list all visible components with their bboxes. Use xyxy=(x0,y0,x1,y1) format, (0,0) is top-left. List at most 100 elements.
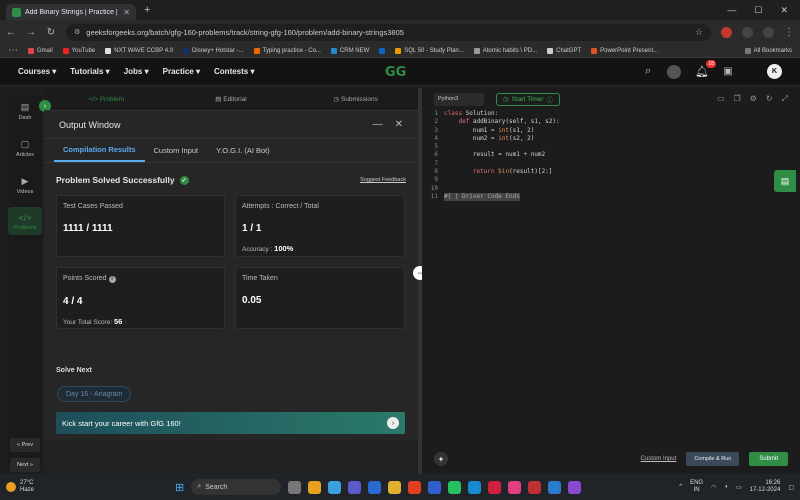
folder-icon[interactable]: ▭ xyxy=(717,94,725,104)
rail-item-articles[interactable]: ▢ Articles xyxy=(8,133,42,158)
music-icon[interactable] xyxy=(508,480,522,494)
notification-bell-icon[interactable]: 🔔︎ 18 xyxy=(695,60,716,78)
submit-button[interactable]: Submit xyxy=(749,452,788,466)
rail-item-problems[interactable]: </> Problems xyxy=(8,207,42,235)
store-icon[interactable] xyxy=(468,480,482,494)
chat-icon[interactable]: ▤ xyxy=(774,170,796,192)
back-icon[interactable]: ← xyxy=(6,27,16,38)
prev-button[interactable]: « Prev xyxy=(10,438,40,452)
code-area[interactable]: 1 class Solution: 2 def addBinary(self, s… xyxy=(422,110,800,202)
nav-practice[interactable]: Practice ▾ xyxy=(163,67,200,76)
bookmark-item[interactable]: Gmail xyxy=(28,47,53,54)
avatar[interactable]: K xyxy=(767,64,782,79)
copilot-icon[interactable] xyxy=(328,480,342,494)
chevron-up-icon[interactable]: ^ xyxy=(679,484,682,490)
minimize-icon[interactable]: — xyxy=(727,5,736,16)
maximize-icon[interactable]: ☐ xyxy=(754,5,762,16)
bookmark-item[interactable]: NXT WAVE CCBP 4.0 xyxy=(105,47,173,54)
extension-icon[interactable] xyxy=(721,26,732,38)
tab-submissions[interactable]: ◷ Submissions xyxy=(293,95,418,103)
wifi-icon[interactable]: ◠ xyxy=(711,484,716,491)
task-view-icon[interactable] xyxy=(288,480,302,494)
nav-jobs[interactable]: Jobs ▾ xyxy=(124,67,149,76)
search-icon[interactable]: ⌕ xyxy=(643,65,653,78)
linkedin-bookmark-icon[interactable] xyxy=(379,47,386,54)
minimize-output-icon[interactable]: — xyxy=(373,119,383,130)
translate-icon[interactable]: ▣ xyxy=(723,66,733,77)
custom-input-link[interactable]: Custom Input xyxy=(641,456,677,462)
chrome-icon[interactable] xyxy=(308,480,322,494)
gfg-logo[interactable]: GG xyxy=(385,65,406,80)
lightbulb-icon[interactable]: ✦ xyxy=(434,452,448,466)
mcafee-icon[interactable] xyxy=(528,480,542,494)
menu-kebab-icon[interactable]: ⋮ xyxy=(784,27,794,38)
snipping-icon[interactable] xyxy=(568,480,582,494)
word-doc-icon[interactable] xyxy=(548,480,562,494)
info-icon[interactable]: i xyxy=(108,276,116,283)
nav-contests[interactable]: Contests ▾ xyxy=(214,67,254,76)
notification-center-icon[interactable]: ▢ xyxy=(788,484,794,491)
nav-tutorials[interactable]: Tutorials ▾ xyxy=(70,67,109,76)
nav-courses[interactable]: Courses ▾ xyxy=(18,67,56,76)
forward-icon[interactable]: → xyxy=(26,27,36,38)
bookmark-item[interactable]: YouTube xyxy=(62,47,95,54)
browser-tab[interactable]: Add Binary Strings | Practice | G ✕ xyxy=(6,4,136,20)
netflix-icon[interactable] xyxy=(488,480,502,494)
edge-icon[interactable] xyxy=(368,480,382,494)
bookmark-item[interactable]: SQL 50 - Study Plan... xyxy=(395,47,464,54)
whatsapp-icon[interactable] xyxy=(448,480,462,494)
url-field[interactable]: ⚙ geeksforgeeks.org/batch/gfg-160-proble… xyxy=(66,23,711,41)
tab-problem[interactable]: </> Problem xyxy=(44,96,169,103)
clock[interactable]: 16:26 17-12-2024 xyxy=(750,480,781,494)
bookmark-item[interactable]: CRM NEW xyxy=(330,47,369,54)
gfg160-banner[interactable]: Kick start your career with GfG 160! › xyxy=(56,412,405,434)
windows-start-icon[interactable]: ⊞ xyxy=(175,481,184,494)
chevron-right-icon[interactable]: › xyxy=(387,417,399,429)
settings-icon[interactable]: ⚙ xyxy=(750,94,757,104)
file-explorer-icon[interactable] xyxy=(388,480,402,494)
brave-icon[interactable] xyxy=(408,480,422,494)
all-bookmarks[interactable]: All Bookmarks xyxy=(744,47,792,54)
close-output-icon[interactable]: ✕ xyxy=(395,119,403,130)
theme-toggle-icon[interactable] xyxy=(667,64,682,79)
extensions-puzzle-icon[interactable] xyxy=(742,26,753,38)
code-line: 8 return bin(result)[2:] xyxy=(434,168,553,176)
apps-grid-icon[interactable]: ⋯ xyxy=(8,45,18,56)
suggest-feedback-link[interactable]: Suggest Feedback xyxy=(360,177,406,183)
next-problem-pill[interactable]: Day 16 - Anagram xyxy=(57,386,132,402)
code-line: 10 xyxy=(430,184,438,192)
bookmark-star-icon[interactable]: ☆ xyxy=(695,27,703,38)
teams-icon[interactable] xyxy=(348,480,362,494)
weather-widget[interactable]: 27°C Haze xyxy=(6,480,34,494)
tab-editorial[interactable]: ▤ Editorial xyxy=(169,95,294,103)
language-indicator[interactable]: ENG IN xyxy=(690,480,703,494)
reload-icon[interactable]: ↻ xyxy=(46,27,56,38)
close-tab-icon[interactable]: ✕ xyxy=(123,8,130,17)
start-timer-button[interactable]: ◷ Start Timer ⓘ xyxy=(496,92,560,106)
word-icon[interactable] xyxy=(428,480,442,494)
bookmark-item[interactable]: Typing practice - Co... xyxy=(253,47,321,54)
bookmark-item[interactable]: Disney+ Hotstar -... xyxy=(183,47,244,54)
attempts-card: Attempts : Correct / Total 1 / 1 Accurac… xyxy=(235,195,405,257)
profile-icon[interactable] xyxy=(763,26,774,38)
taskbar-search[interactable]: ⌕ Search xyxy=(191,479,282,495)
reset-icon[interactable]: ↻ xyxy=(766,94,773,104)
volume-icon[interactable]: ◖ xyxy=(724,484,728,490)
site-info-icon[interactable]: ⚙ xyxy=(74,28,80,36)
next-button[interactable]: Next » xyxy=(10,458,40,472)
new-tab-icon[interactable]: + xyxy=(144,4,150,16)
close-window-icon[interactable]: ✕ xyxy=(780,5,788,16)
tab-compilation-results[interactable]: Compilation Results xyxy=(54,139,145,162)
tab-yogi-ai-bot[interactable]: Y.O.G.I. (AI Bot) xyxy=(207,139,279,162)
copy-icon[interactable]: ❐ xyxy=(734,94,741,104)
rail-item-dash[interactable]: ▤ Dash xyxy=(8,96,42,121)
fullscreen-icon[interactable]: ⤢ xyxy=(782,94,788,104)
tab-custom-input[interactable]: Custom Input xyxy=(145,139,208,162)
bookmark-item[interactable]: PowerPoint Present... xyxy=(591,47,658,54)
rail-item-videos[interactable]: ▶ Videos xyxy=(8,170,42,195)
language-select[interactable]: Python3 xyxy=(434,92,484,106)
compile-run-button[interactable]: Compile & Run xyxy=(686,452,740,466)
bookmark-item[interactable]: Atomic habits \ PD... xyxy=(473,47,537,54)
bookmark-item[interactable]: ChatGPT xyxy=(547,47,581,54)
battery-icon[interactable]: ▭ xyxy=(736,484,742,491)
